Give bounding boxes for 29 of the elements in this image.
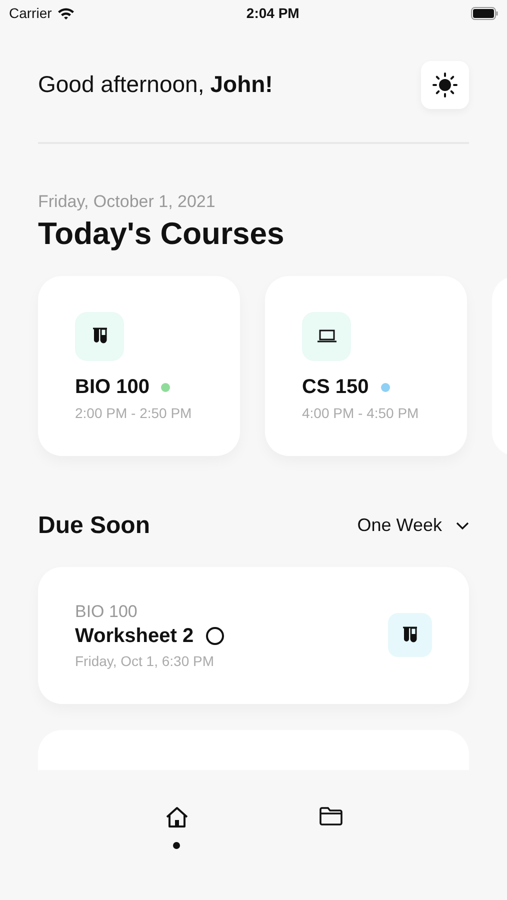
greeting-text: Good afternoon, John! [38, 71, 273, 98]
home-icon [164, 806, 188, 828]
clock-time: 2:04 PM [246, 5, 300, 22]
assignment-title: Worksheet 2 [75, 624, 194, 648]
date-label: Friday, October 1, 2021 [38, 192, 216, 212]
course-time: 2:00 PM - 2:50 PM [75, 404, 193, 421]
section-title: Today's Courses [38, 216, 286, 252]
range-dropdown[interactable]: One Week [357, 515, 469, 536]
due-date: Friday, Oct 1, 6:30 PM [75, 652, 216, 669]
battery-icon [470, 6, 499, 20]
wifi-icon [56, 6, 75, 20]
laptop-icon [316, 329, 336, 344]
folder-icon [318, 806, 342, 826]
course-code: BIO 100 [75, 376, 150, 399]
test-tubes-icon [402, 626, 418, 644]
carrier-label: Carrier [9, 5, 52, 22]
assignment-card[interactable]: BIO 100 Worksheet 2 Friday, Oct 1, 6:30 PM [38, 566, 469, 704]
section-title: Due Soon [38, 512, 150, 540]
course-code: CS 150 [302, 376, 369, 399]
course-card[interactable]: CS 150 4:00 PM - 4:50 PM [265, 276, 467, 456]
course-time: 4:00 PM - 4:50 PM [302, 404, 420, 421]
selected-indicator [173, 842, 180, 849]
test-tubes-icon [92, 327, 108, 346]
sun-icon [432, 72, 458, 98]
completion-checkbox[interactable] [206, 627, 224, 646]
course-card[interactable]: BIO 100 2:00 PM - 2:50 PM [38, 276, 240, 456]
theme-toggle-button[interactable] [421, 60, 469, 109]
course-code: BIO 100 [75, 602, 138, 622]
chevron-down-icon [456, 522, 469, 530]
